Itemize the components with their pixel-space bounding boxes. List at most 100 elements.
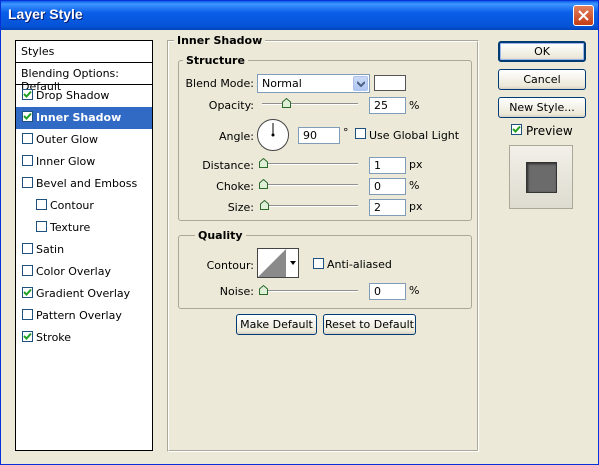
distance-unit: px: [409, 158, 423, 171]
style-preview: [509, 145, 573, 209]
noise-unit: %: [409, 284, 420, 297]
style-item-label: Outer Glow: [36, 133, 99, 146]
opacity-slider-thumb[interactable]: [282, 98, 291, 108]
styles-header-label: Styles: [21, 45, 55, 58]
use-global-light-checkbox[interactable]: [355, 128, 366, 139]
noise-input[interactable]: 0: [369, 283, 406, 300]
ok-button[interactable]: OK: [498, 41, 586, 62]
distance-input[interactable]: 1: [369, 157, 406, 174]
noise-label: Noise:: [219, 285, 254, 298]
checkmark-icon: [512, 125, 521, 133]
contour-label: Contour:: [206, 259, 254, 272]
style-item-checkbox[interactable]: [22, 309, 33, 320]
style-item[interactable]: Satin: [16, 239, 152, 261]
angle-dial[interactable]: [257, 119, 289, 151]
close-button[interactable]: [573, 5, 594, 26]
anti-aliased-label: Anti-aliased: [327, 258, 392, 271]
angle-indicator-icon: [271, 123, 275, 137]
style-item[interactable]: Stroke: [16, 327, 152, 349]
style-item[interactable]: Inner Shadow: [16, 107, 152, 129]
style-item[interactable]: Drop Shadow: [16, 85, 152, 107]
dialog-body: Styles Blending Options: Default Drop Sh…: [4, 30, 595, 462]
distance-slider-track[interactable]: [262, 163, 358, 165]
style-item-label: Drop Shadow: [36, 89, 110, 102]
noise-slider-track[interactable]: [262, 290, 358, 292]
style-item[interactable]: Inner Glow: [16, 151, 152, 173]
checkmark-icon: [23, 90, 32, 98]
styles-list: Styles Blending Options: Default Drop Sh…: [15, 40, 153, 451]
contour-curve-icon: [258, 249, 298, 277]
contour-picker[interactable]: [257, 248, 299, 278]
size-unit: px: [409, 200, 423, 213]
angle-input[interactable]: 90: [298, 127, 340, 144]
style-item-checkbox[interactable]: [22, 89, 33, 100]
style-item-checkbox[interactable]: [22, 331, 33, 342]
distance-label: Distance:: [202, 159, 254, 172]
angle-unit: °: [343, 126, 349, 139]
style-item-checkbox[interactable]: [22, 243, 33, 254]
blending-options-item[interactable]: Blending Options: Default: [16, 63, 152, 93]
choke-slider-track[interactable]: [262, 184, 358, 186]
style-item-checkbox[interactable]: [22, 111, 33, 122]
angle-label: Angle:: [218, 130, 254, 143]
style-item-label: Gradient Overlay: [36, 287, 131, 300]
style-item-label: Inner Shadow: [36, 111, 122, 124]
shadow-color-swatch[interactable]: [374, 75, 406, 91]
close-icon: [578, 10, 589, 21]
preview-label: Preview: [526, 124, 573, 138]
style-item-checkbox[interactable]: [22, 177, 33, 188]
style-item-checkbox[interactable]: [36, 221, 47, 232]
size-slider-track[interactable]: [262, 205, 358, 207]
preview-thumbnail: [526, 162, 557, 193]
opacity-slider-track[interactable]: [262, 103, 358, 105]
style-item[interactable]: Outer Glow: [16, 129, 152, 151]
new-style-button[interactable]: New Style...: [498, 97, 586, 118]
opacity-unit: %: [409, 99, 420, 112]
choke-input[interactable]: 0: [369, 178, 406, 195]
size-input[interactable]: 2: [369, 199, 406, 216]
style-item[interactable]: Color Overlay: [16, 261, 152, 283]
checkmark-icon: [23, 288, 32, 296]
style-item-label: Pattern Overlay: [36, 309, 122, 322]
checkmark-icon: [23, 332, 32, 340]
distance-slider-thumb[interactable]: [259, 158, 268, 168]
style-item-label: Bevel and Emboss: [36, 177, 138, 190]
anti-aliased-checkbox[interactable]: [313, 258, 324, 269]
quality-title: Quality: [195, 229, 246, 242]
reset-to-default-button[interactable]: Reset to Default: [323, 314, 416, 335]
layer-style-dialog: Layer Style Styles Blending Options: Def…: [0, 0, 599, 465]
make-default-button[interactable]: Make Default: [236, 314, 317, 335]
style-item[interactable]: Contour: [16, 195, 152, 217]
style-item-checkbox[interactable]: [36, 199, 47, 210]
checkmark-icon: [23, 112, 32, 120]
chevron-down-icon: [353, 76, 368, 91]
style-item[interactable]: Bevel and Emboss: [16, 173, 152, 195]
style-item[interactable]: Pattern Overlay: [16, 305, 152, 327]
style-item-checkbox[interactable]: [22, 155, 33, 166]
noise-slider-thumb[interactable]: [259, 285, 268, 295]
style-item-label: Stroke: [36, 331, 72, 344]
preview-checkbox[interactable]: [511, 124, 522, 135]
title-bar[interactable]: Layer Style: [1, 1, 598, 30]
blend-mode-value: Normal: [262, 77, 302, 90]
panel-title: Inner Shadow: [174, 34, 266, 47]
choke-slider-thumb[interactable]: [259, 179, 268, 189]
size-slider-thumb[interactable]: [260, 200, 269, 210]
blend-mode-select[interactable]: Normal: [257, 74, 370, 93]
style-item-label: Inner Glow: [36, 155, 96, 168]
choke-unit: %: [409, 179, 420, 192]
styles-header[interactable]: Styles: [16, 41, 152, 63]
style-item[interactable]: Gradient Overlay: [16, 283, 152, 305]
style-item-label: Color Overlay: [36, 265, 111, 278]
style-item-checkbox[interactable]: [22, 133, 33, 144]
window-title: Layer Style: [8, 6, 83, 22]
size-label: Size:: [227, 201, 254, 214]
opacity-label: Opacity:: [208, 99, 254, 112]
use-global-light-label: Use Global Light: [369, 129, 460, 142]
cancel-button[interactable]: Cancel: [498, 69, 586, 90]
style-item-checkbox[interactable]: [22, 287, 33, 298]
style-item[interactable]: Texture: [16, 217, 152, 239]
style-item-checkbox[interactable]: [22, 265, 33, 276]
opacity-input[interactable]: 25: [369, 97, 406, 114]
style-item-label: Texture: [50, 221, 91, 234]
